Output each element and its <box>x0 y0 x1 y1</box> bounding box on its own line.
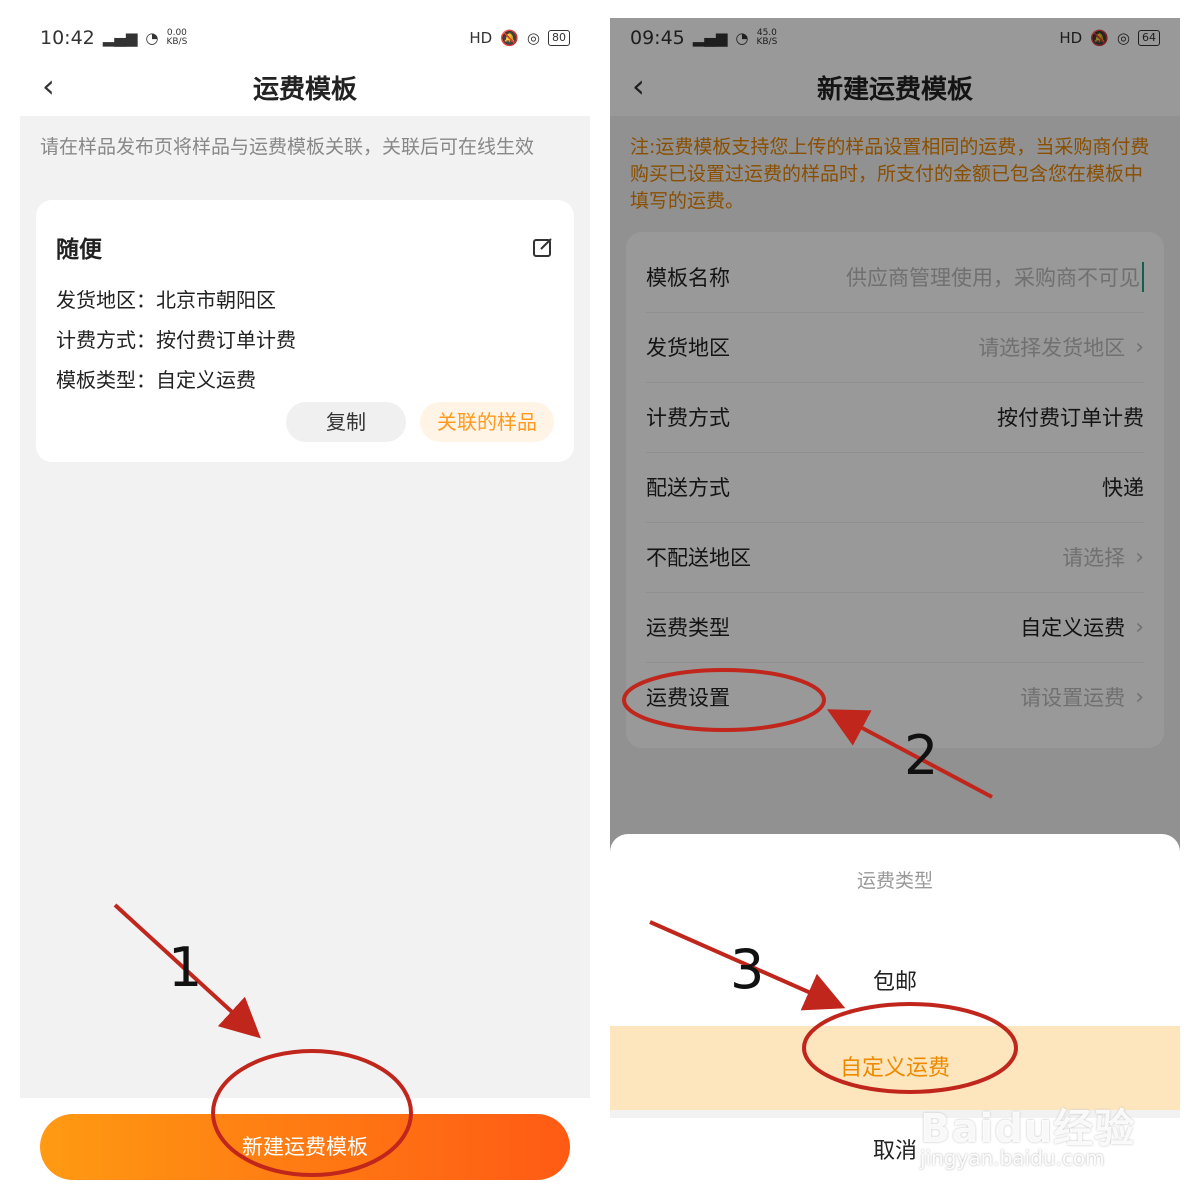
linked-samples-button[interactable]: 关联的样品 <box>420 402 554 442</box>
sync-icon: ◎ <box>526 29 540 47</box>
new-template-button[interactable]: 新建运费模板 <box>40 1114 570 1180</box>
sheet-title: 运费类型 <box>856 870 933 892</box>
template-card: 随便 发货地区：北京市朝阳区 计费方式：按付费订单计费 模板类型：自定义运费 复… <box>36 200 574 462</box>
page-title: 运费模板 <box>252 74 357 105</box>
step-number-3: 3 <box>730 938 765 1001</box>
card-line-region: 发货地区：北京市朝阳区 <box>56 284 276 313</box>
option-free-shipping[interactable]: 包邮 <box>610 940 1180 1026</box>
network-speed-unit: KB/S <box>166 37 188 47</box>
info-tip: 请在样品发布页将样品与运费模板关联，关联后可在线生效 <box>40 136 535 158</box>
right-screen: 09:45 ▂▄▆ ◔ 45.0 KB/S HD 🔕 ◎ 64 ‹ 新建运费模板… <box>610 18 1180 1183</box>
template-name: 随便 <box>56 237 102 263</box>
back-icon[interactable]: ‹ <box>42 68 55 104</box>
card-line-label: 计费方式： <box>56 328 156 352</box>
wifi-icon: ◔ <box>145 29 159 47</box>
card-line-billing: 计费方式：按付费订单计费 <box>56 324 296 353</box>
card-line-label: 模板类型： <box>56 368 156 392</box>
left-screen: 10:42 ▂▄▆ ◔ 0.00 KB/S HD 🔕 ◎ 80 ‹ 运费模板 请… <box>20 18 590 1183</box>
step-number-1: 1 <box>168 936 203 999</box>
hd-icon: HD <box>469 29 493 47</box>
mute-icon: 🔕 <box>500 29 519 47</box>
copy-button[interactable]: 复制 <box>286 402 406 442</box>
status-bar: 10:42 ▂▄▆ ◔ 0.00 KB/S HD 🔕 ◎ 80 <box>20 18 590 58</box>
nav-bar: ‹ 运费模板 <box>20 58 590 116</box>
card-line-value: 北京市朝阳区 <box>156 288 276 312</box>
battery-icon: 80 <box>548 30 570 46</box>
bottom-bar: 新建运费模板 <box>20 1098 590 1183</box>
card-line-value: 按付费订单计费 <box>156 328 296 352</box>
network-speed: 0.00 KB/S <box>166 29 187 47</box>
card-line-label: 发货地区： <box>56 288 156 312</box>
status-time: 10:42 <box>40 27 95 49</box>
card-line-type: 模板类型：自定义运费 <box>56 364 256 393</box>
card-line-value: 自定义运费 <box>156 368 256 392</box>
watermark-url: jingyan.baidu.com <box>920 1146 1105 1170</box>
edit-icon[interactable] <box>532 236 554 258</box>
signal-icon: ▂▄▆ <box>102 29 138 47</box>
step-number-2: 2 <box>904 724 939 787</box>
